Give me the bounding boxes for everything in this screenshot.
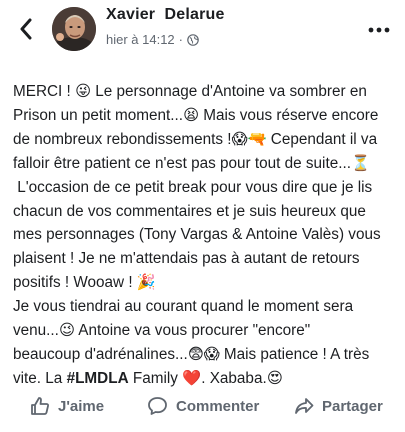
- comment-label: Commenter: [176, 397, 260, 415]
- more-icon: [368, 27, 390, 33]
- back-button[interactable]: [14, 14, 38, 44]
- post-text: vite. La: [13, 369, 67, 387]
- thumbs-up-icon: [31, 397, 49, 415]
- comment-button[interactable]: Commenter: [147, 393, 259, 419]
- post-header: Xavier Delarue hier à 14:12 ·: [0, 0, 405, 66]
- post-line: chacun de vos commentaires et je suis he…: [13, 202, 366, 220]
- post-meta: hier à 14:12 ·: [106, 32, 199, 47]
- chevron-left-icon: [20, 18, 32, 40]
- share-button[interactable]: Partager: [294, 393, 383, 419]
- post-line: mes personnages (Tony Vargas & Antoine V…: [13, 226, 381, 244]
- avatar[interactable]: [52, 7, 96, 51]
- post-line: positifs ! Wooaw ! 🎉: [13, 274, 156, 292]
- post-timestamp[interactable]: hier à 14:12: [106, 32, 175, 47]
- post-line: beaucoup d'adrénalines...😨😱 Mais patienc…: [13, 345, 370, 363]
- post-line: falloir être patient ce n'est pas pour t…: [13, 154, 370, 172]
- globe-icon: [187, 33, 199, 46]
- post-line: de nombreux rebondissements !😱🔫 Cependan…: [13, 130, 378, 148]
- post-text: Family ❤️. Xababa.😍: [128, 369, 283, 387]
- share-icon: [295, 398, 314, 414]
- post-line: plaisent ! Je ne m'attendais pas à autan…: [13, 250, 360, 268]
- like-button[interactable]: J'aime: [30, 393, 104, 419]
- post-line: Je vous tiendrai au courant quand le mom…: [13, 298, 354, 316]
- author-name[interactable]: Xavier Delarue: [106, 6, 225, 24]
- post-line: venu...😉 Antoine va vous procurer "encor…: [13, 322, 311, 340]
- meta-separator: ·: [178, 32, 184, 47]
- like-label: J'aime: [58, 397, 105, 415]
- share-label: Partager: [322, 397, 383, 415]
- post-line: L'occasion de ce petit break pour vous d…: [13, 178, 373, 196]
- post-line: Prison un petit moment...😫 Mais vous rés…: [13, 106, 379, 124]
- comment-icon: [148, 397, 167, 415]
- hashtag-link[interactable]: #LMDLA: [67, 370, 129, 387]
- post-body: MERCI ! 😜 Le personnage d'Antoine va som…: [13, 80, 395, 391]
- post-line: MERCI ! 😜 Le personnage d'Antoine va som…: [13, 83, 367, 100]
- post-actions: J'aime Commenter Partager: [0, 386, 405, 424]
- more-options-button[interactable]: [367, 22, 391, 33]
